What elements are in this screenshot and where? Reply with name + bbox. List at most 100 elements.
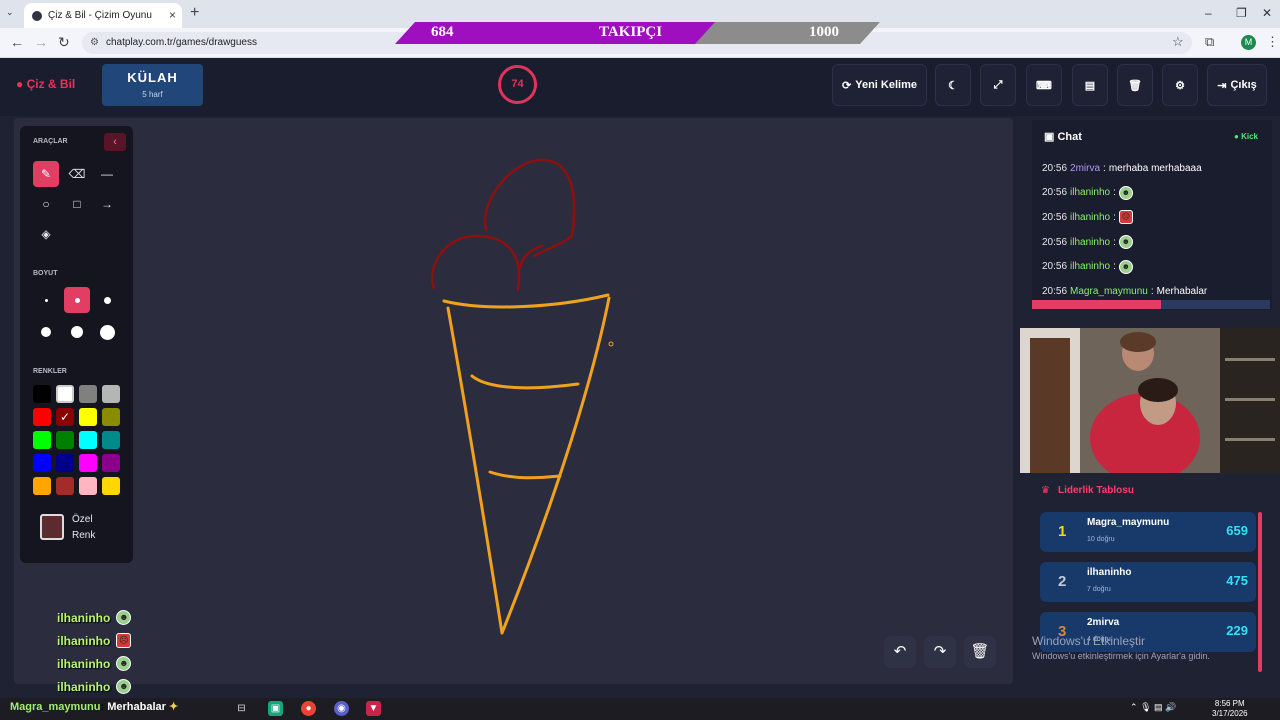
undo-icon: ↶ (893, 643, 907, 660)
color-swatch[interactable] (102, 477, 120, 495)
color-swatch[interactable] (79, 431, 97, 449)
settings-button[interactable]: ⚙ (1162, 64, 1198, 106)
line-tool[interactable]: — (94, 161, 120, 187)
pencil-tool[interactable]: ✎ (33, 161, 59, 187)
follower-goal-banner: 684 TAKIPÇI 1000 (395, 22, 885, 44)
color-swatch[interactable] (79, 385, 97, 403)
custom-color-swatch[interactable] (40, 514, 64, 540)
size-title: BOYUT (33, 270, 58, 277)
extensions-icon[interactable]: ⧉ (1205, 34, 1214, 50)
chat-timestamp: 20:56 (1042, 187, 1068, 199)
color-swatch[interactable] (102, 408, 120, 426)
leaderboard-scrollbar[interactable] (1258, 512, 1262, 672)
taskbar-chat-name: Magra_maymunu (10, 701, 101, 713)
leaderboard-rank: 2 (1058, 573, 1067, 590)
trash-icon: 🗑 (970, 643, 990, 660)
color-swatch[interactable] (33, 454, 51, 472)
color-swatch[interactable] (102, 385, 120, 403)
tab-close-icon[interactable]: × (169, 8, 176, 22)
size-option-1[interactable] (33, 287, 59, 313)
forward-icon[interactable]: → (34, 34, 48, 50)
chat-username[interactable]: ilhaninho (1070, 187, 1110, 198)
system-tray[interactable]: ⌃ 🎙 ▤ 🔊 (1130, 702, 1176, 713)
browser-tab[interactable]: Çiz & Bil - Çizim Oyunu × (24, 3, 182, 28)
size-option-3[interactable] (94, 287, 120, 313)
color-swatch[interactable] (33, 477, 51, 495)
color-swatch[interactable]: ✓ (56, 408, 74, 426)
site-info-icon[interactable]: ⚙ (90, 37, 99, 48)
chat-username[interactable]: Magra_maymunu (1070, 286, 1148, 297)
app-icon-red[interactable]: ▼ (366, 701, 381, 716)
color-swatch[interactable] (102, 454, 120, 472)
keyboard-button[interactable]: ⌨ (1026, 64, 1062, 106)
minimize-icon[interactable]: – (1205, 6, 1212, 20)
tab-list-chevron-icon[interactable]: ⌄ (6, 7, 14, 18)
size-option-5[interactable] (64, 319, 90, 345)
arrow-tool[interactable]: → (94, 191, 120, 217)
emote-icon: ☻ (116, 656, 132, 671)
chat-message: 20:56 ilhaninho: ☻ (1042, 181, 1267, 206)
theme-toggle-button[interactable]: ☾ (935, 64, 971, 106)
color-swatch[interactable] (102, 431, 120, 449)
color-swatch[interactable] (56, 454, 74, 472)
color-swatch[interactable] (79, 477, 97, 495)
custom-color-label[interactable]: Özel Renk (72, 512, 95, 544)
task-view-icon[interactable]: ⊟ (234, 701, 249, 716)
square-icon: □ (73, 197, 81, 211)
chat-username[interactable]: ilhaninho (1070, 212, 1110, 223)
undo-button[interactable]: ↶ (884, 636, 916, 668)
discord-icon[interactable]: ◉ (334, 701, 349, 716)
color-swatch[interactable] (33, 385, 51, 403)
color-swatch[interactable] (79, 454, 97, 472)
eraser-tool[interactable]: ⌫ (64, 161, 90, 187)
new-tab-icon[interactable]: + (190, 4, 199, 22)
chat-message-list[interactable]: 20:56 2mirva: merhaba merhabaaa 20:56 ilhani… (1042, 156, 1267, 304)
tab-favicon-icon (32, 10, 42, 21)
chat-separator: : (1113, 211, 1116, 223)
circle-tool[interactable]: ○ (33, 191, 59, 217)
window-close-icon[interactable]: ✕ (1262, 6, 1272, 20)
chat-username[interactable]: 2mirva (1070, 163, 1100, 174)
leaderboard-row: 1 Magra_maymunu 10 doğru 659 (1040, 512, 1256, 552)
chat-username[interactable]: ilhaninho (1070, 237, 1110, 248)
browser-menu-icon[interactable]: ⋮ (1266, 34, 1279, 50)
chat-separator: : (1103, 162, 1106, 174)
chat-username[interactable]: ilhaninho (1070, 261, 1110, 272)
drawing-canvas[interactable] (14, 118, 1013, 684)
app-icon-green[interactable]: ▣ (268, 701, 283, 716)
app-header: ● Çiz & Bil KÜLAH 5 harf 74 ⟳ Yeni Kelim… (0, 58, 1280, 116)
taskbar-clock[interactable]: 8:56 PM 3/17/2026 (1212, 699, 1248, 719)
size-option-6[interactable] (94, 319, 120, 345)
color-swatch[interactable] (33, 408, 51, 426)
taskbar-chat-overlay: Magra_maymunu: Merhabalar ✦ (10, 701, 179, 713)
brand[interactable]: ● Çiz & Bil (16, 77, 75, 91)
color-swatch[interactable] (56, 477, 74, 495)
emote-icon: ☹ (1118, 210, 1133, 225)
color-swatch[interactable] (79, 408, 97, 426)
size-option-4[interactable] (33, 319, 59, 345)
color-swatch[interactable] (33, 431, 51, 449)
archive-button[interactable]: ▤ (1072, 64, 1108, 106)
back-icon[interactable]: ← (10, 34, 24, 50)
maximize-icon[interactable]: ❐ (1236, 6, 1247, 20)
profile-avatar[interactable]: M (1241, 35, 1256, 50)
fullscreen-button[interactable]: ⤢ (980, 64, 1016, 106)
color-swatch[interactable] (56, 385, 74, 403)
redo-button[interactable]: ↷ (924, 636, 956, 668)
line-icon: — (101, 167, 113, 181)
bookmark-star-icon[interactable]: ☆ (1172, 34, 1184, 50)
size-option-2[interactable] (64, 287, 90, 313)
clear-button[interactable]: 🗑 (1117, 64, 1153, 106)
rectangle-tool[interactable]: □ (64, 191, 90, 217)
follower-goal: 1000 (809, 24, 839, 40)
fill-tool[interactable]: ◈ (33, 221, 59, 247)
clear-canvas-button[interactable]: 🗑 (964, 636, 996, 668)
color-swatch[interactable] (56, 431, 74, 449)
chrome-icon[interactable]: ● (301, 701, 316, 716)
collapse-toolbox-button[interactable]: ‹ (104, 133, 126, 151)
reload-icon[interactable]: ↻ (58, 34, 70, 51)
chat-separator: : (1150, 285, 1154, 297)
new-word-button[interactable]: ⟳ Yeni Kelime (832, 64, 927, 106)
size-dot (74, 297, 80, 303)
exit-button[interactable]: ⇥ Çıkış (1207, 64, 1267, 106)
